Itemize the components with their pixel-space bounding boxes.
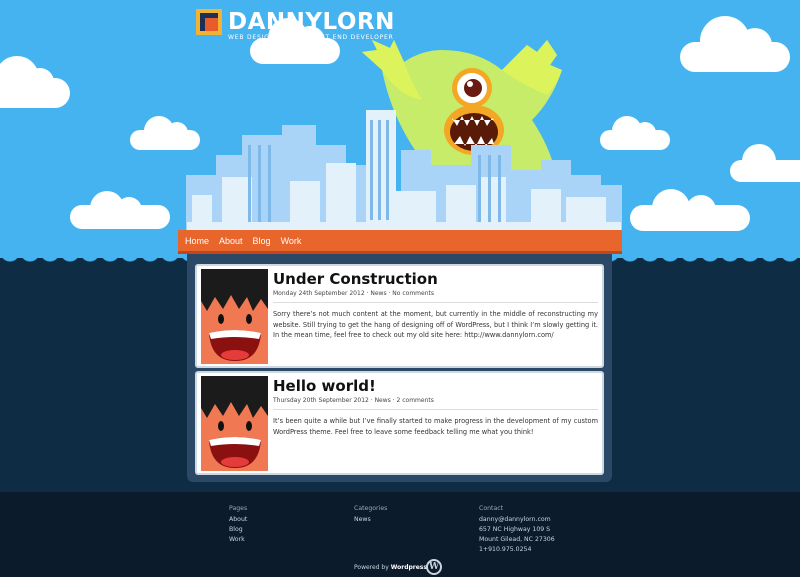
main-nav: Home About Blog Work — [178, 230, 622, 254]
footer-link-blog[interactable]: Blog — [229, 525, 247, 535]
footer-heading: Pages — [229, 505, 248, 512]
cloud — [250, 18, 340, 64]
post-excerpt: It’s been quite a while but I’ve finally… — [273, 417, 598, 436]
site-logo[interactable]: DANNYLORN WEB DESIGNER AND FRONT END DEV… — [196, 9, 395, 41]
avatar — [201, 269, 268, 364]
footer-link-work[interactable]: Work — [229, 535, 247, 545]
contact-phone: 1+910.975.0254 — [479, 546, 532, 553]
logo-name: DANNYLORN — [228, 9, 395, 35]
posts-container: Under Construction Monday 24th September… — [187, 254, 612, 482]
post-title[interactable]: Hello world! — [273, 375, 598, 397]
post-title[interactable]: Under Construction — [273, 268, 598, 290]
footer-link-news[interactable]: News — [354, 515, 387, 525]
cloud — [730, 144, 800, 182]
wordpress-icon[interactable]: W — [426, 559, 442, 575]
cloud — [630, 189, 750, 231]
footer-link-about[interactable]: About — [229, 515, 247, 525]
site-footer: Pages About Blog Work Categories News Co… — [0, 492, 800, 577]
powered-by: Powered by Wordpress — [354, 564, 427, 571]
powered-link[interactable]: Wordpress — [391, 564, 427, 571]
logo-mark-icon — [196, 9, 222, 35]
footer-heading: Contact — [479, 505, 504, 512]
footer-pages: Pages About Blog Work — [229, 504, 247, 545]
footer-categories: Categories News — [354, 504, 387, 525]
contact-address-line1: 657 NC Highway 109 S — [479, 526, 551, 533]
nav-work[interactable]: Work — [281, 236, 302, 246]
powered-prefix: Powered by — [354, 564, 389, 571]
post-meta: Monday 24th September 2012 · News · No c… — [273, 290, 598, 303]
contact-email[interactable]: danny@dannylorn.com — [479, 515, 555, 525]
city-skyline-illustration — [186, 110, 622, 231]
contact-address-line2: Mount Gilead, NC 27306 — [479, 536, 555, 543]
cloud — [70, 191, 170, 229]
footer-contact: Contact danny@dannylorn.com 657 NC Highw… — [479, 504, 555, 555]
blog-post: Hello world! Thursday 20th September 201… — [195, 371, 604, 475]
cloud — [680, 16, 790, 72]
nav-blog[interactable]: Blog — [253, 236, 271, 246]
post-meta: Thursday 20th September 2012 · News · 2 … — [273, 397, 598, 410]
nav-home[interactable]: Home — [185, 236, 209, 246]
footer-heading: Categories — [354, 505, 388, 512]
cloud — [0, 56, 70, 108]
avatar — [201, 376, 268, 471]
blog-post: Under Construction Monday 24th September… — [195, 264, 604, 368]
post-excerpt: Sorry there’s not much content at the mo… — [273, 310, 598, 339]
nav-about[interactable]: About — [219, 236, 243, 246]
